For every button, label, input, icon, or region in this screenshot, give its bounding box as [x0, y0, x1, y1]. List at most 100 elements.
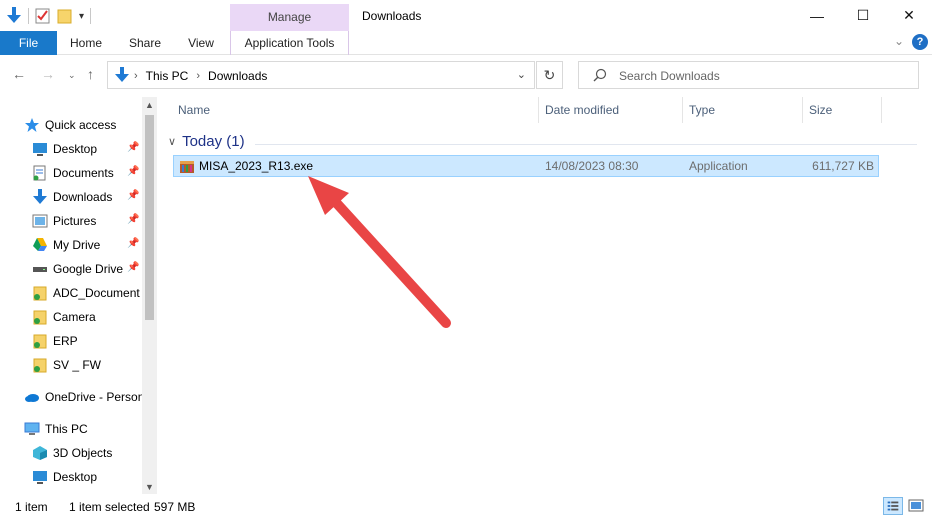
onedrive-icon: [24, 389, 40, 405]
search-icon: [593, 68, 607, 82]
sidebar-item-label: Camera: [53, 310, 96, 324]
scrollbar-thumb[interactable]: [145, 115, 154, 320]
tab-application-tools[interactable]: Application Tools: [230, 31, 349, 55]
status-selected: 1 item selected: [69, 500, 150, 514]
sidebar-item-label: ADC_Document: [53, 286, 140, 300]
sidebar-item-label: This PC: [45, 422, 88, 436]
tab-share[interactable]: Share: [122, 31, 168, 55]
sidebar-item-camera[interactable]: Camera: [32, 306, 157, 328]
column-header-size[interactable]: Size: [809, 97, 832, 123]
search-input[interactable]: Search Downloads: [578, 61, 919, 89]
qat-separator: [90, 8, 92, 24]
status-item-count: 1 item: [15, 500, 48, 514]
file-name[interactable]: MISA_2023_R13.exe: [199, 159, 313, 173]
sidebar-item-sv-fw[interactable]: SV _ FW: [32, 354, 157, 376]
pin-icon: 📌: [127, 166, 140, 177]
pictures-icon: [32, 213, 48, 229]
up-arrow-icon[interactable]: ↑: [87, 66, 94, 82]
sidebar-item-label: Documents: [53, 166, 114, 180]
sidebar-item-label: Desktop: [53, 470, 98, 484]
chevron-down-icon[interactable]: ∨: [168, 135, 176, 148]
group-label: Today (1): [182, 133, 245, 150]
documents-icon: [32, 165, 48, 181]
group-divider: [255, 144, 917, 145]
close-button[interactable]: ✕: [886, 0, 932, 31]
column-divider[interactable]: [802, 97, 803, 123]
minimize-button[interactable]: —: [794, 0, 840, 31]
downloads-folder-icon[interactable]: [6, 7, 22, 25]
tab-manage[interactable]: Manage: [230, 4, 349, 31]
refresh-button[interactable]: ↻: [536, 61, 563, 89]
download-arrow-icon: [32, 189, 48, 205]
file-type: Application: [689, 159, 748, 173]
qat-separator: [28, 8, 29, 24]
breadcrumb-downloads[interactable]: Downloads: [208, 69, 267, 83]
sidebar-item-desktop-pc[interactable]: Desktop: [32, 466, 157, 488]
folder-icon: [32, 357, 48, 373]
status-selected-size: 597 MB: [154, 500, 196, 514]
ribbon-expand-icon[interactable]: ⌄: [894, 34, 904, 48]
scroll-down-icon[interactable]: ▼: [142, 482, 157, 492]
folder-icon: [32, 285, 48, 301]
drive-disk-icon: [32, 261, 48, 277]
tab-view[interactable]: View: [178, 31, 224, 55]
scroll-up-icon[interactable]: ▲: [142, 100, 157, 110]
computer-icon: [24, 421, 40, 437]
sidebar-item-label: Desktop: [53, 142, 98, 156]
column-header-type[interactable]: Type: [689, 97, 715, 123]
sidebar-item-label: ERP: [53, 334, 78, 348]
search-placeholder: Search Downloads: [619, 69, 720, 83]
sidebar-item-label: Pictures: [53, 214, 97, 228]
column-divider[interactable]: [538, 97, 539, 123]
table-row[interactable]: MISA_2023_R13.exe 14/08/2023 08:30 Appli…: [173, 155, 879, 177]
3d-objects-icon: [32, 445, 48, 461]
address-bar[interactable]: › This PC › Downloads ⌄: [107, 61, 535, 89]
column-header-name[interactable]: Name: [178, 97, 210, 123]
new-folder-icon[interactable]: [57, 8, 73, 24]
sidebar-item-3d-objects[interactable]: 3D Objects: [32, 442, 157, 464]
group-header-today[interactable]: ∨ Today (1): [168, 133, 245, 150]
column-header-date[interactable]: Date modified: [545, 97, 619, 123]
breadcrumb: › This PC › Downloads: [134, 69, 267, 83]
sidebar-item-label: SV _ FW: [53, 358, 102, 372]
details-view-icon[interactable]: [883, 497, 903, 515]
tab-file[interactable]: File: [0, 31, 57, 55]
star-icon: [24, 117, 40, 133]
navigation-pane: Quick access Desktop Documents Downloads…: [0, 97, 157, 494]
sidebar-item-label: Downloads: [53, 190, 113, 204]
recent-locations-icon[interactable]: ⌄: [68, 70, 76, 81]
folder-icon: [32, 333, 48, 349]
pin-icon: 📌: [127, 214, 140, 225]
sidebar-item-label: Google Drive: [53, 262, 124, 276]
help-icon[interactable]: ?: [912, 34, 928, 50]
file-size: 611,727 KB: [812, 159, 874, 173]
chevron-down-icon[interactable]: ⌄: [517, 68, 526, 81]
sidebar-item-this-pc[interactable]: This PC: [24, 418, 157, 440]
qat-customize-icon[interactable]: ▾: [79, 11, 84, 22]
large-icons-view-icon[interactable]: [906, 497, 926, 515]
pin-icon: 📌: [127, 238, 140, 249]
google-drive-icon: [32, 237, 48, 253]
sidebar-item-adc-document[interactable]: ADC_Document: [32, 282, 157, 304]
sidebar-item-onedrive[interactable]: OneDrive - Person: [24, 386, 142, 408]
forward-arrow-icon[interactable]: →: [41, 66, 55, 82]
desktop-icon: [32, 469, 48, 485]
sidebar-item-erp[interactable]: ERP: [32, 330, 157, 352]
ribbon-tabs: File Home Share View Application Tools ⌄…: [0, 31, 932, 55]
desktop-icon: [32, 141, 48, 157]
maximize-button[interactable]: ☐: [840, 0, 886, 31]
back-arrow-icon[interactable]: ←: [12, 66, 26, 82]
tab-home[interactable]: Home: [63, 31, 109, 55]
sidebar-item-quick-access[interactable]: Quick access: [24, 114, 157, 136]
sidebar-item-label: Quick access: [45, 118, 117, 132]
sidebar-item-label: My Drive: [53, 238, 101, 252]
status-bar: 1 item 1 item selected 597 MB: [0, 494, 932, 519]
column-divider[interactable]: [682, 97, 683, 123]
properties-icon[interactable]: [35, 8, 51, 24]
column-divider[interactable]: [881, 97, 882, 123]
navigation-scrollbar[interactable]: ▲ ▼: [142, 97, 157, 494]
chevron-right-icon[interactable]: ›: [196, 70, 200, 82]
pin-icon: 📌: [127, 190, 140, 201]
breadcrumb-this-pc[interactable]: This PC: [146, 69, 189, 83]
sidebar-item-label: 3D Objects: [53, 446, 113, 460]
